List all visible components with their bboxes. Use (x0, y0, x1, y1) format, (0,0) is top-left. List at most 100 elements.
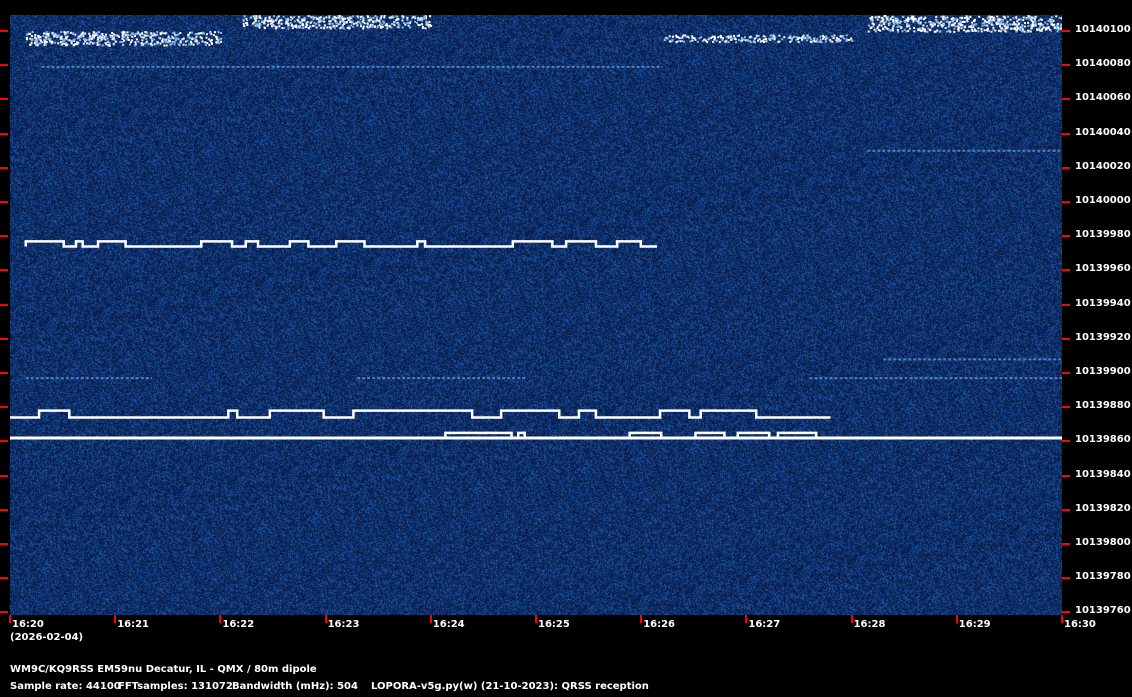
noise-pixel (969, 25, 972, 28)
noise-pixel (90, 37, 93, 40)
noise-pixel (912, 17, 915, 20)
noise-pixel (972, 26, 975, 29)
noise-pixel (961, 24, 964, 27)
y-tick-label: 10139980 (1075, 229, 1131, 241)
noise-pixel (362, 25, 365, 28)
noise-pixel (79, 39, 82, 42)
noise-pixel (263, 22, 266, 25)
noise-pixel (1058, 16, 1061, 19)
y-tick-right (1062, 201, 1070, 203)
x-tick-label: 16:24 (432, 619, 465, 630)
noise-pixel (201, 40, 204, 43)
noise-pixel (163, 44, 166, 47)
noise-pixel (905, 30, 908, 33)
noise-pixel (765, 40, 768, 43)
noise-pixel (191, 38, 194, 41)
noise-pixel (404, 23, 407, 26)
x-tick-label: 16:29 (958, 619, 991, 630)
noise-pixel (259, 23, 262, 26)
noise-pixel (1027, 16, 1030, 19)
noise-pixel (30, 41, 33, 44)
noise-pixel (57, 34, 60, 37)
noise-pixel (275, 25, 278, 28)
noise-pixel (55, 34, 58, 37)
noise-pixel (971, 28, 974, 31)
noise-pixel (937, 24, 940, 27)
noise-pixel (49, 40, 52, 43)
noise-pixel (944, 27, 947, 30)
noise-pixel (809, 36, 812, 39)
x-tick-label: 16:23 (327, 619, 360, 630)
noise-pixel (727, 41, 730, 44)
noise-pixel (735, 41, 738, 44)
noise-pixel (845, 38, 848, 41)
noise-pixel (217, 42, 220, 45)
noise-pixel (992, 18, 995, 21)
noise-pixel (1016, 27, 1019, 30)
y-tick-right (1062, 303, 1070, 306)
noise-pixel (374, 25, 377, 28)
noise-pixel (1051, 18, 1054, 21)
noise-pixel (990, 30, 993, 33)
x-tick-label: 16:28 (853, 619, 886, 630)
noise-pixel (211, 42, 214, 45)
noise-pixel (742, 38, 745, 41)
noise-pixel (276, 17, 279, 20)
noise-pixel (959, 23, 962, 26)
noise-pixel (250, 16, 253, 19)
noise-pixel (1011, 23, 1014, 26)
x-tick (429, 615, 432, 623)
noise-pixel (369, 16, 372, 19)
noise-pixel (809, 40, 812, 43)
noise-pixel (82, 35, 85, 38)
noise-pixel (44, 36, 47, 39)
noise-pixel (255, 17, 258, 20)
noise-pixel (129, 43, 132, 46)
noise-pixel (126, 35, 129, 38)
noise-pixel (147, 42, 150, 45)
noise-pixel (298, 16, 301, 19)
noise-pixel (395, 19, 398, 22)
noise-pixel (325, 16, 328, 19)
noise-pixel (920, 16, 923, 19)
noise-pixel (195, 35, 198, 38)
noise-pixel (1004, 17, 1007, 20)
noise-pixel (1036, 29, 1039, 32)
noise-pixel (34, 34, 37, 37)
noise-pixel (333, 27, 336, 30)
noise-pixel (889, 18, 892, 21)
noise-pixel (150, 38, 153, 41)
noise-pixel (312, 15, 315, 18)
noise-pixel (942, 18, 945, 21)
noise-pixel (413, 15, 416, 18)
noise-pixel (65, 37, 68, 40)
noise-pixel (981, 24, 984, 27)
y-tick-left (0, 269, 8, 272)
noise-pixel (129, 34, 132, 37)
y-tick-label: 10140100 (1075, 24, 1131, 35)
noise-pixel (682, 34, 685, 37)
noise-pixel (186, 39, 189, 42)
noise-pixel (424, 15, 427, 18)
noise-pixel (26, 33, 29, 36)
noise-pixel (121, 37, 124, 40)
noise-pixel (361, 20, 364, 23)
noise-pixel (312, 24, 315, 27)
noise-pixel (153, 33, 156, 36)
y-tick-right (1062, 372, 1070, 374)
noise-pixel (957, 26, 960, 29)
noise-pixel (77, 41, 80, 44)
noise-pixel (1031, 16, 1034, 19)
noise-pixel (347, 25, 350, 28)
noise-pixel (45, 41, 48, 44)
noise-pixel (36, 44, 39, 47)
y-tick-left (0, 372, 8, 374)
noise-pixel (123, 36, 126, 39)
noise-pixel (375, 18, 378, 21)
noise-pixel (668, 40, 671, 43)
noise-pixel (896, 22, 899, 25)
noise-pixel (425, 21, 428, 24)
noise-pixel (29, 32, 32, 35)
noise-pixel (119, 41, 122, 44)
noise-pixel (936, 29, 939, 32)
